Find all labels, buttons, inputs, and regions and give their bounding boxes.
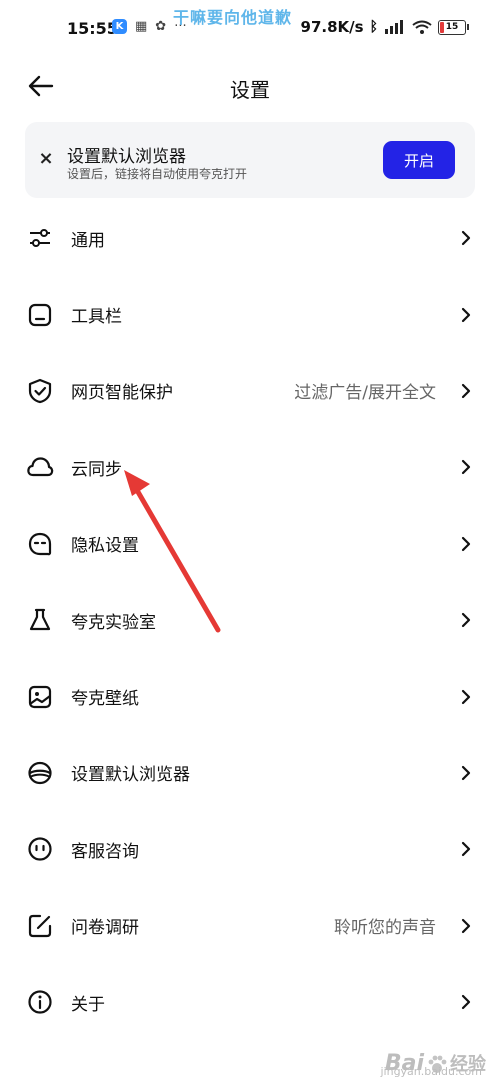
chevron-right-icon bbox=[460, 994, 472, 1010]
wifi-icon bbox=[412, 20, 432, 34]
settings-item-cloud-sync[interactable]: 云同步 bbox=[0, 429, 500, 505]
browser-icon bbox=[26, 759, 54, 787]
settings-item-label: 夸克壁纸 bbox=[71, 689, 139, 710]
paw-notification-icon: ✿ bbox=[155, 19, 167, 34]
status-bar: 15:55 K ▦ ✿ ··· 干嘛要向他道歉 97.8K/s ᛒ 15 bbox=[0, 0, 500, 60]
flask-icon bbox=[26, 606, 54, 634]
settings-item-label: 问卷调研 bbox=[71, 918, 139, 939]
chevron-right-icon bbox=[460, 841, 472, 857]
settings-item-value: 聆听您的声音 bbox=[334, 918, 436, 939]
settings-item-label: 客服咨询 bbox=[71, 841, 139, 862]
enable-default-browser-button[interactable]: 开启 bbox=[383, 141, 455, 179]
chevron-right-icon bbox=[460, 765, 472, 781]
qr-notification-icon: ▦ bbox=[135, 19, 148, 34]
chevron-right-icon bbox=[460, 918, 472, 934]
banner-title: 设置默认浏览器 bbox=[67, 147, 186, 167]
support-face-icon bbox=[26, 835, 54, 863]
chevron-right-icon bbox=[460, 612, 472, 628]
chevron-right-icon bbox=[460, 689, 472, 705]
battery-icon: 15 bbox=[438, 19, 469, 35]
settings-item-label: 工具栏 bbox=[71, 307, 122, 328]
settings-item-label: 云同步 bbox=[71, 459, 122, 480]
settings-item-general[interactable]: 通用 bbox=[0, 200, 500, 276]
settings-item-default-browser[interactable]: 设置默认浏览器 bbox=[0, 735, 500, 811]
chevron-right-icon bbox=[460, 383, 472, 399]
close-icon: × bbox=[38, 148, 54, 169]
chevron-right-icon bbox=[460, 536, 472, 552]
settings-item-label: 关于 bbox=[71, 994, 105, 1015]
settings-item-label: 夸克实验室 bbox=[71, 612, 156, 633]
settings-item-support[interactable]: 客服咨询 bbox=[0, 811, 500, 887]
settings-item-label: 隐私设置 bbox=[71, 536, 139, 557]
battery-level: 15 bbox=[445, 22, 459, 32]
chevron-right-icon bbox=[460, 230, 472, 246]
info-icon bbox=[26, 988, 54, 1016]
cloud-icon bbox=[26, 453, 54, 481]
settings-item-label: 网页智能保护 bbox=[71, 383, 173, 404]
chevron-right-icon bbox=[460, 307, 472, 323]
page-title: 设置 bbox=[230, 78, 270, 102]
banner-close-button[interactable]: × bbox=[37, 150, 55, 168]
default-browser-banner: × 设置默认浏览器 设置后，链接将自动使用夸克打开 开启 bbox=[25, 122, 475, 198]
settings-list: 通用 工具栏 网页智能保护 过滤广告/展开全文 云同步 隐私设置 夸克实验室 夸… bbox=[0, 200, 500, 1040]
signal-icon bbox=[385, 20, 403, 34]
top-watermark-text: 干嘛要向他道歉 bbox=[173, 8, 293, 27]
app-header: 设置 bbox=[0, 60, 500, 112]
settings-item-survey[interactable]: 问卷调研 聆听您的声音 bbox=[0, 888, 500, 964]
network-speed: 97.8K/s bbox=[300, 18, 364, 36]
chevron-right-icon bbox=[460, 459, 472, 475]
status-indicators: 97.8K/s ᛒ 15 bbox=[300, 18, 469, 36]
settings-item-toolbar[interactable]: 工具栏 bbox=[0, 276, 500, 352]
settings-item-about[interactable]: 关于 bbox=[0, 964, 500, 1040]
settings-item-privacy[interactable]: 隐私设置 bbox=[0, 506, 500, 582]
settings-item-value: 过滤广告/展开全文 bbox=[294, 383, 436, 404]
edit-icon bbox=[26, 912, 54, 940]
settings-item-lab[interactable]: 夸克实验室 bbox=[0, 582, 500, 658]
shield-check-icon bbox=[26, 377, 54, 405]
baidu-watermark: Bai 经验 jingyan.baidu.com bbox=[380, 1050, 486, 1078]
settings-item-label: 设置默认浏览器 bbox=[71, 765, 190, 786]
baidu-url: jingyan.baidu.com bbox=[380, 1065, 482, 1078]
status-time: 15:55 bbox=[67, 19, 118, 38]
sliders-icon bbox=[26, 224, 54, 252]
app-notification-icon: K bbox=[112, 19, 127, 34]
wallpaper-icon bbox=[26, 683, 54, 711]
toolbar-icon bbox=[26, 301, 54, 329]
settings-item-label: 通用 bbox=[71, 230, 105, 251]
settings-item-wallpaper[interactable]: 夸克壁纸 bbox=[0, 658, 500, 734]
privacy-face-icon bbox=[26, 530, 54, 558]
bluetooth-icon: ᛒ bbox=[369, 19, 378, 35]
settings-item-web-protection[interactable]: 网页智能保护 过滤广告/展开全文 bbox=[0, 353, 500, 429]
banner-subtitle: 设置后，链接将自动使用夸克打开 bbox=[67, 167, 248, 181]
